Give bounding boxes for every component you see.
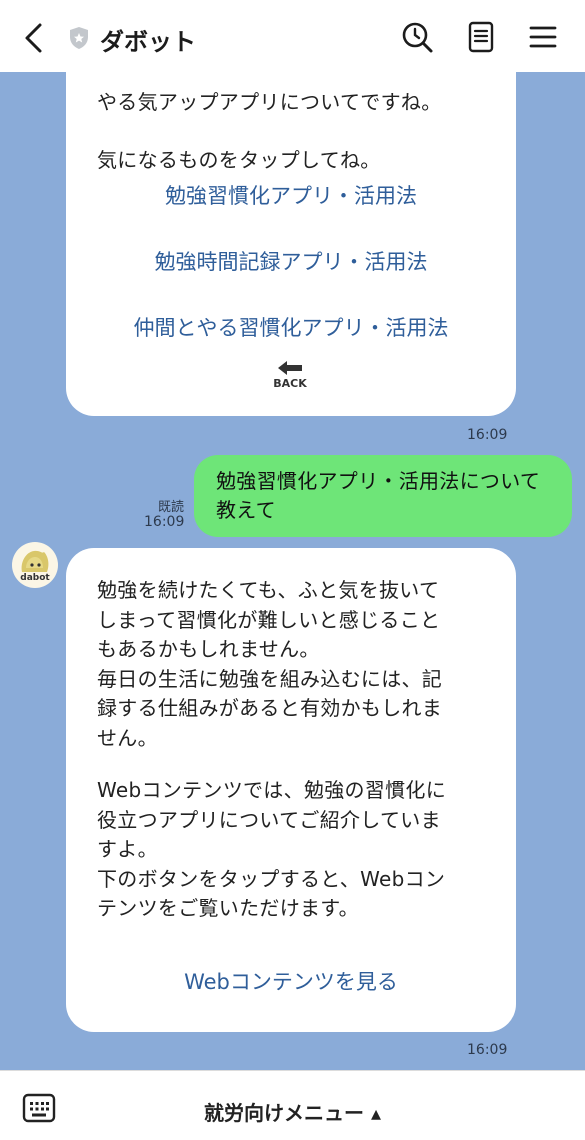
avatar-label: dabot xyxy=(20,573,50,583)
read-receipt: 既読 xyxy=(158,500,185,515)
arrow-left-icon xyxy=(278,361,302,375)
bot-reply-paragraph-1: 勉強を続けたくても、ふと気を抜いて しまって習慣化が難しいと感じること もあるか… xyxy=(97,578,443,750)
menu-intro-line2: 気になるものをタップしてね。 xyxy=(97,148,381,172)
bot-reply-bubble: 勉強を続けたくても、ふと気を抜いて しまって習慣化が難しいと感じること もあるか… xyxy=(66,548,516,1032)
menu-card-time: 16:09 xyxy=(467,427,508,443)
note-icon[interactable] xyxy=(464,20,498,54)
menu-intro-line1: やる気アップアプリについてですね。 xyxy=(97,89,442,114)
chevron-left-icon[interactable] xyxy=(20,22,48,54)
hamburger-menu-icon[interactable] xyxy=(526,20,560,54)
chat-area[interactable]: やる気アップアプリについてですね。 気になるものをタップしてね。 勉強習慣化アプ… xyxy=(0,72,585,1070)
chat-header: ダボット xyxy=(0,0,585,72)
bot-reply-time: 16:09 xyxy=(467,1042,508,1058)
user-message-bubble: 勉強習慣化アプリ・活用法について教えて xyxy=(194,455,572,537)
web-content-link[interactable]: Webコンテンツを見る xyxy=(66,966,516,996)
chat-title: ダボット xyxy=(100,28,196,56)
rich-menu-bar: 就労向けメニュー ▴ xyxy=(0,1070,585,1140)
shield-star-icon xyxy=(70,27,88,49)
back-button[interactable]: BACK xyxy=(270,360,310,394)
back-label: BACK xyxy=(273,377,307,390)
rich-menu-toggle[interactable]: 就労向けメニュー ▴ xyxy=(0,1097,585,1126)
search-history-icon[interactable] xyxy=(400,20,434,54)
bot-reply-paragraph-2: Webコンテンツでは、勉強の習慣化に 役立つアプリについてご紹介していま すよ。… xyxy=(97,778,447,920)
menu-option-study-habit[interactable]: 勉強習慣化アプリ・活用法 xyxy=(66,180,516,210)
menu-card-bubble: やる気アップアプリについてですね。 気になるものをタップしてね。 勉強習慣化アプ… xyxy=(66,72,516,416)
avatar[interactable]: dabot xyxy=(12,542,58,588)
user-message-text: 勉強習慣化アプリ・活用法について教えて xyxy=(216,469,541,522)
user-message-time: 16:09 xyxy=(144,514,185,530)
menu-option-peer-habit[interactable]: 仲間とやる習慣化アプリ・活用法 xyxy=(66,312,516,342)
menu-option-study-time-record[interactable]: 勉強時間記録アプリ・活用法 xyxy=(66,246,516,276)
